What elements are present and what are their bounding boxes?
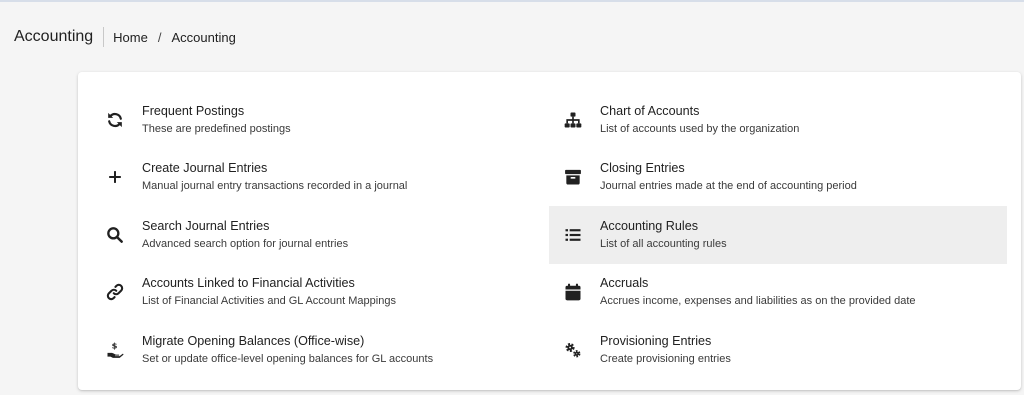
menu-item-title: Provisioning Entries [600, 333, 712, 348]
menu-item-closing-entries[interactable]: Closing Entries Journal entries made at … [549, 149, 1007, 207]
menu-item-title: Chart of Accounts [600, 103, 700, 118]
plus-icon [91, 167, 139, 187]
menu-item-description: These are predefined postings [142, 122, 291, 135]
archive-icon [549, 167, 597, 187]
menu-item-create-journal-entries[interactable]: Create Journal Entries Manual journal en… [91, 149, 549, 207]
list-icon [549, 225, 597, 245]
page-header: Accounting Home / Accounting [14, 26, 236, 48]
menu-item-frequent-postings[interactable]: Frequent Postings These are predefined p… [91, 91, 549, 149]
page-title: Accounting [14, 28, 94, 45]
menu-item-accruals[interactable]: Accruals Accrues income, expenses and li… [549, 264, 1007, 322]
menu-item-migrate-opening-balances[interactable]: $ Migrate Opening Balances (Office-wise)… [91, 321, 549, 379]
menu-item-title: Create Journal Entries [142, 161, 268, 176]
menu-item-accounting-rules[interactable]: Accounting Rules List of all accounting … [549, 206, 1007, 264]
menu-item-chart-of-accounts[interactable]: Chart of Accounts List of accounts used … [549, 91, 1007, 149]
menu-item-search-journal-entries[interactable]: Search Journal Entries Advanced search o… [91, 206, 549, 264]
menu-item-description: List of Financial Activities and GL Acco… [142, 295, 396, 308]
menu-item-title: Search Journal Entries [142, 218, 270, 233]
accounting-menu-card: Frequent Postings These are predefined p… [78, 72, 1021, 390]
menu-item-description: List of accounts used by the organizatio… [600, 122, 800, 135]
menu-item-description: Advanced search option for journal entri… [142, 237, 349, 250]
menu-item-provisioning-entries[interactable]: Provisioning Entries Create provisioning… [549, 321, 1007, 379]
menu-item-description: Set or update office-level opening balan… [142, 352, 434, 365]
hand-holding-dollar-icon: $ [91, 340, 139, 360]
menu-column-right: Chart of Accounts List of accounts used … [549, 91, 1007, 379]
link-icon [91, 282, 139, 302]
cogs-icon [549, 340, 597, 360]
menu-item-description: Create provisioning entries [600, 352, 731, 365]
menu-item-description: Manual journal entry transactions record… [142, 180, 408, 193]
sync-icon [91, 110, 139, 130]
sitemap-icon [549, 110, 597, 130]
menu-column-left: Frequent Postings These are predefined p… [91, 91, 549, 379]
breadcrumb-current: Accounting [171, 29, 236, 45]
svg-text:$: $ [112, 340, 118, 350]
menu-item-description: Journal entries made at the end of accou… [600, 180, 857, 193]
menu-item-title: Accruals [600, 276, 649, 291]
menu-item-title: Closing Entries [600, 161, 685, 176]
menu-item-title: Accounting Rules [600, 218, 699, 233]
search-icon [91, 225, 139, 245]
menu-item-title: Migrate Opening Balances (Office-wise) [142, 333, 365, 348]
calendar-icon [549, 282, 597, 302]
breadcrumb-separator: / [157, 29, 162, 45]
header-divider [103, 27, 105, 47]
menu-item-description: List of all accounting rules [600, 237, 727, 250]
menu-item-title: Accounts Linked to Financial Activities [142, 276, 355, 291]
top-border [0, 0, 1024, 2]
menu-item-accounts-linked[interactable]: Accounts Linked to Financial Activities … [91, 264, 549, 322]
menu-item-description: Accrues income, expenses and liabilities… [600, 295, 916, 308]
menu-item-title: Frequent Postings [142, 103, 245, 118]
breadcrumb-home[interactable]: Home [113, 30, 148, 45]
